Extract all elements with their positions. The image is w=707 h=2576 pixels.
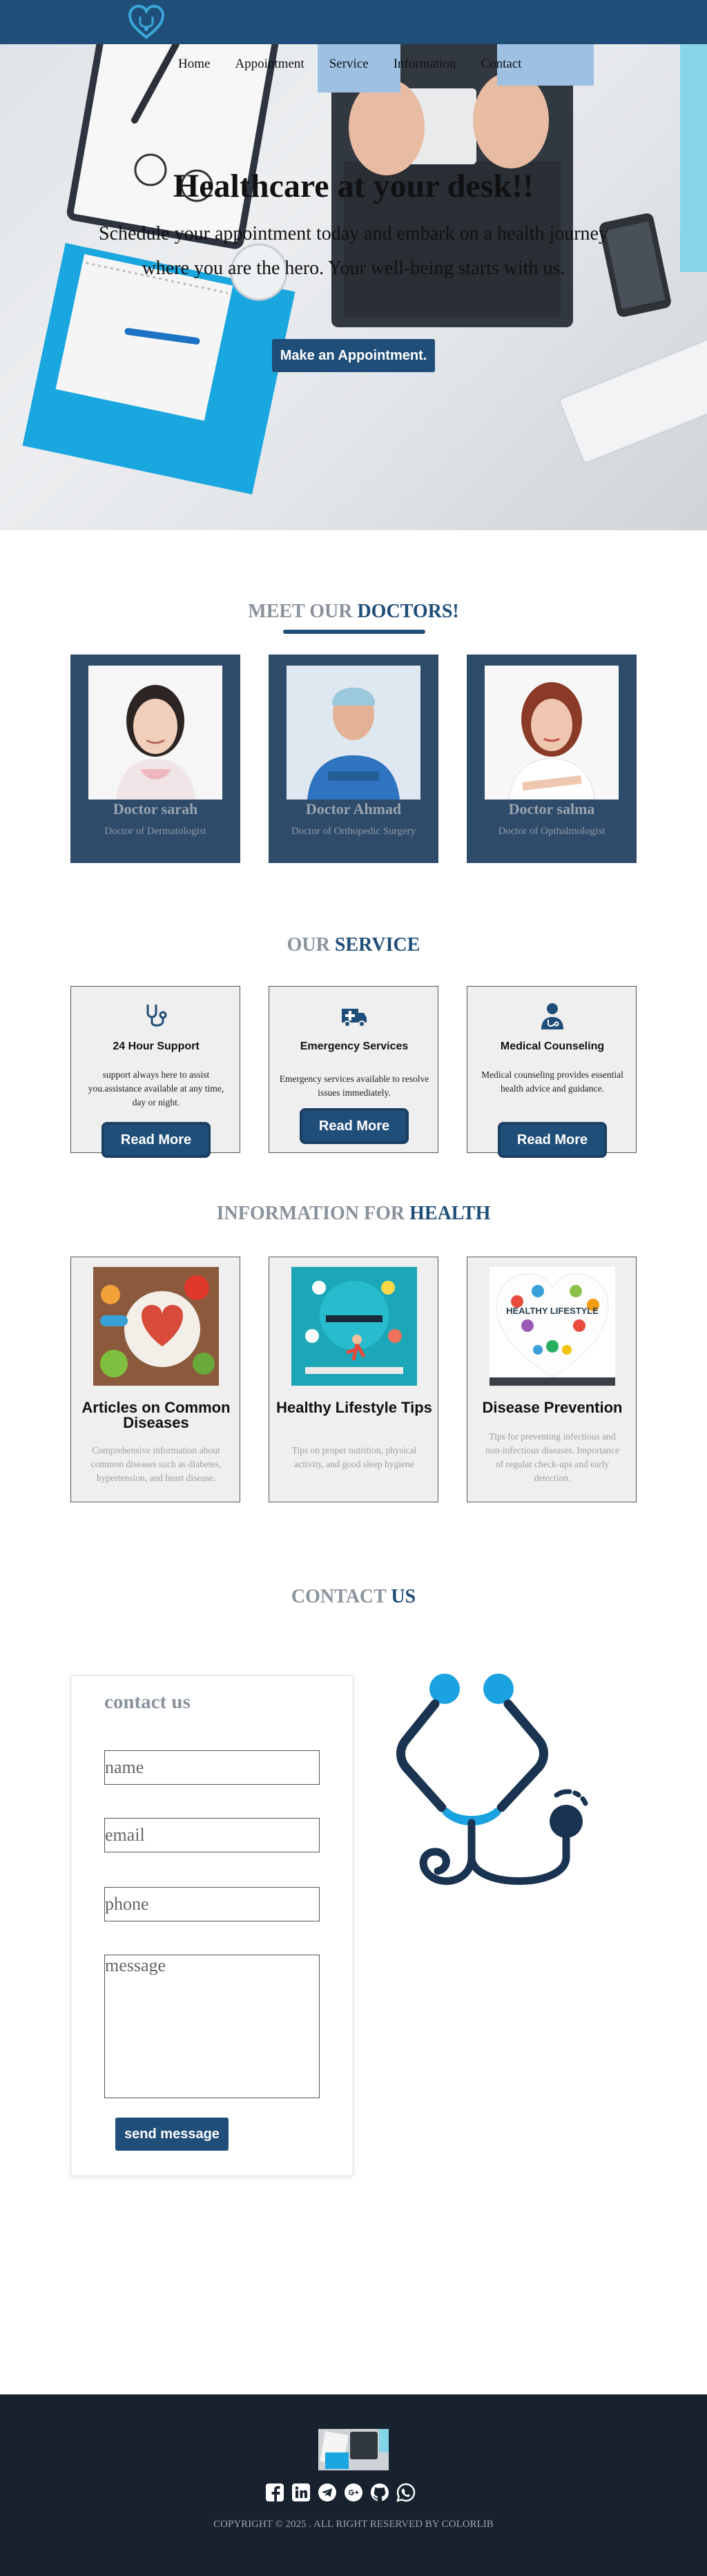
contact-form: contact us send message <box>70 1675 354 2176</box>
stethoscope-icon <box>142 1002 170 1029</box>
github-icon[interactable] <box>370 2483 389 2502</box>
message-field[interactable] <box>104 1955 320 2098</box>
linkedin-icon[interactable] <box>291 2483 311 2502</box>
read-more-button[interactable]: Read More <box>302 1111 406 1141</box>
navbar <box>0 0 707 44</box>
doctor-specialty: Doctor of Orthopedic Surgery <box>291 826 416 837</box>
nav-links: Home Appointment Service Information Con… <box>178 57 547 72</box>
service-description: Emergency services available to resolve … <box>279 1074 429 1098</box>
information-title: Disease Prevention <box>482 1399 623 1416</box>
nav-service[interactable]: Service <box>329 57 369 72</box>
service-card: Medical Counseling Medical counseling pr… <box>467 986 637 1155</box>
information-title-blue: HEALTH <box>409 1203 491 1224</box>
contact-section-title: CONTACT US <box>0 1586 707 1608</box>
read-more-button[interactable]: Read More <box>501 1125 604 1155</box>
footer-logo[interactable] <box>318 2429 389 2470</box>
contact-title-grey: CONTACT <box>291 1586 387 1607</box>
service-title: Medical Counseling <box>500 1040 605 1052</box>
service-title: Emergency Services <box>300 1040 409 1052</box>
contact-title-blue: US <box>391 1586 416 1607</box>
heart-stethoscope-logo-icon[interactable] <box>127 4 166 40</box>
service-description: support always here to assist you.assist… <box>88 1069 224 1107</box>
information-card[interactable]: HEALTHY LIFESTYLE Disease Prevention Tip… <box>467 1257 637 1502</box>
doctors-title-grey: MEET OUR <box>248 601 353 622</box>
ambulance-icon <box>340 1002 368 1029</box>
nav-appointment[interactable]: Appointment <box>235 57 304 72</box>
copyright-text: COPYRIGHT © 2025 . ALL RIGHT RESERVED BY… <box>213 2519 494 2530</box>
doctors-title-underline <box>283 630 425 634</box>
social-links <box>265 2483 416 2502</box>
information-description: Tips on proper nutrition, physical activ… <box>291 1445 417 1469</box>
nav-contact[interactable]: Contact <box>481 57 521 72</box>
information-card[interactable]: Articles on Common Diseases Comprehensiv… <box>70 1257 240 1502</box>
email-field[interactable] <box>104 1818 320 1852</box>
phone-field[interactable] <box>104 1887 320 1921</box>
service-card: 24 Hour Support support always here to a… <box>70 986 240 1155</box>
google-plus-icon[interactable] <box>344 2483 363 2502</box>
information-card[interactable]: Healthy Lifestyle Tips Tips on proper nu… <box>269 1257 438 1502</box>
doctor-name: Doctor salma <box>508 800 595 817</box>
healthy-lifestyle-image-text: HEALTHY LIFESTYLE <box>506 1306 599 1316</box>
doctor-name: Doctor Ahmad <box>305 800 402 817</box>
hero-subtitle: Schedule your appointment today and emba… <box>99 223 608 279</box>
doctor-card[interactable]: Doctor salma Doctor of Opthalmologist <box>467 655 637 863</box>
hero-title: Healthcare at your desk!! <box>173 168 534 204</box>
information-section-title: INFORMATION FOR HEALTH <box>0 1203 707 1225</box>
disease-prevention-image: HEALTHY LIFESTYLE <box>490 1267 615 1386</box>
make-appointment-button[interactable]: Make an Appointment. <box>272 339 435 372</box>
doctor-photo <box>485 666 619 800</box>
doctor-specialty: Doctor of Opthalmologist <box>498 826 606 837</box>
information-title: Healthy Lifestyle Tips <box>276 1399 432 1416</box>
doctors-section-title: MEET OUR DOCTORS! <box>0 601 707 623</box>
service-description: Medical counseling provides essential he… <box>481 1069 623 1094</box>
read-more-button[interactable]: Read More <box>104 1125 208 1155</box>
healthy-lifestyle-image <box>291 1267 417 1386</box>
information-title-grey: INFORMATION FOR <box>216 1203 405 1224</box>
service-section-title: OUR SERVICE <box>0 934 707 956</box>
service-title-grey: OUR <box>287 934 330 956</box>
send-message-button[interactable]: send message <box>115 2118 229 2151</box>
nav-information[interactable]: Information <box>394 57 456 72</box>
stethoscope-illustration-icon <box>394 1671 594 1899</box>
doctor-name: Doctor sarah <box>113 800 198 817</box>
telegram-icon[interactable] <box>318 2483 337 2502</box>
healthy-food-image <box>93 1267 219 1386</box>
information-description: Comprehensive information about common d… <box>90 1445 222 1483</box>
doctor-photo <box>88 666 222 800</box>
doctor-specialty: Doctor of Dermatologist <box>104 826 206 837</box>
information-description: Tips for preventing infectious and non-i… <box>485 1431 619 1483</box>
information-title: Articles on Common Diseases <box>81 1399 231 1431</box>
facebook-icon[interactable] <box>265 2483 284 2502</box>
doctor-card[interactable]: Doctor Ahmad Doctor of Orthopedic Surger… <box>269 655 438 863</box>
name-field[interactable] <box>104 1750 320 1785</box>
service-card: Emergency Services Emergency services av… <box>269 986 438 1153</box>
service-title-blue: SERVICE <box>334 934 420 956</box>
service-title: 24 Hour Support <box>113 1040 200 1052</box>
doctor-photo <box>287 666 420 800</box>
nav-home[interactable]: Home <box>178 57 210 72</box>
contact-form-heading: contact us <box>104 1691 191 1713</box>
doctor-card[interactable]: Doctor sarah Doctor of Dermatologist <box>70 655 240 863</box>
hero-background-image <box>22 44 707 495</box>
doctors-title-blue: DOCTORS! <box>357 601 459 622</box>
hero-section: Healthcare at your desk!! Schedule your … <box>0 44 707 530</box>
whatsapp-icon[interactable] <box>396 2483 416 2502</box>
footer: COPYRIGHT © 2025 . ALL RIGHT RESERVED BY… <box>0 2394 707 2576</box>
doctor-icon <box>539 1002 566 1029</box>
